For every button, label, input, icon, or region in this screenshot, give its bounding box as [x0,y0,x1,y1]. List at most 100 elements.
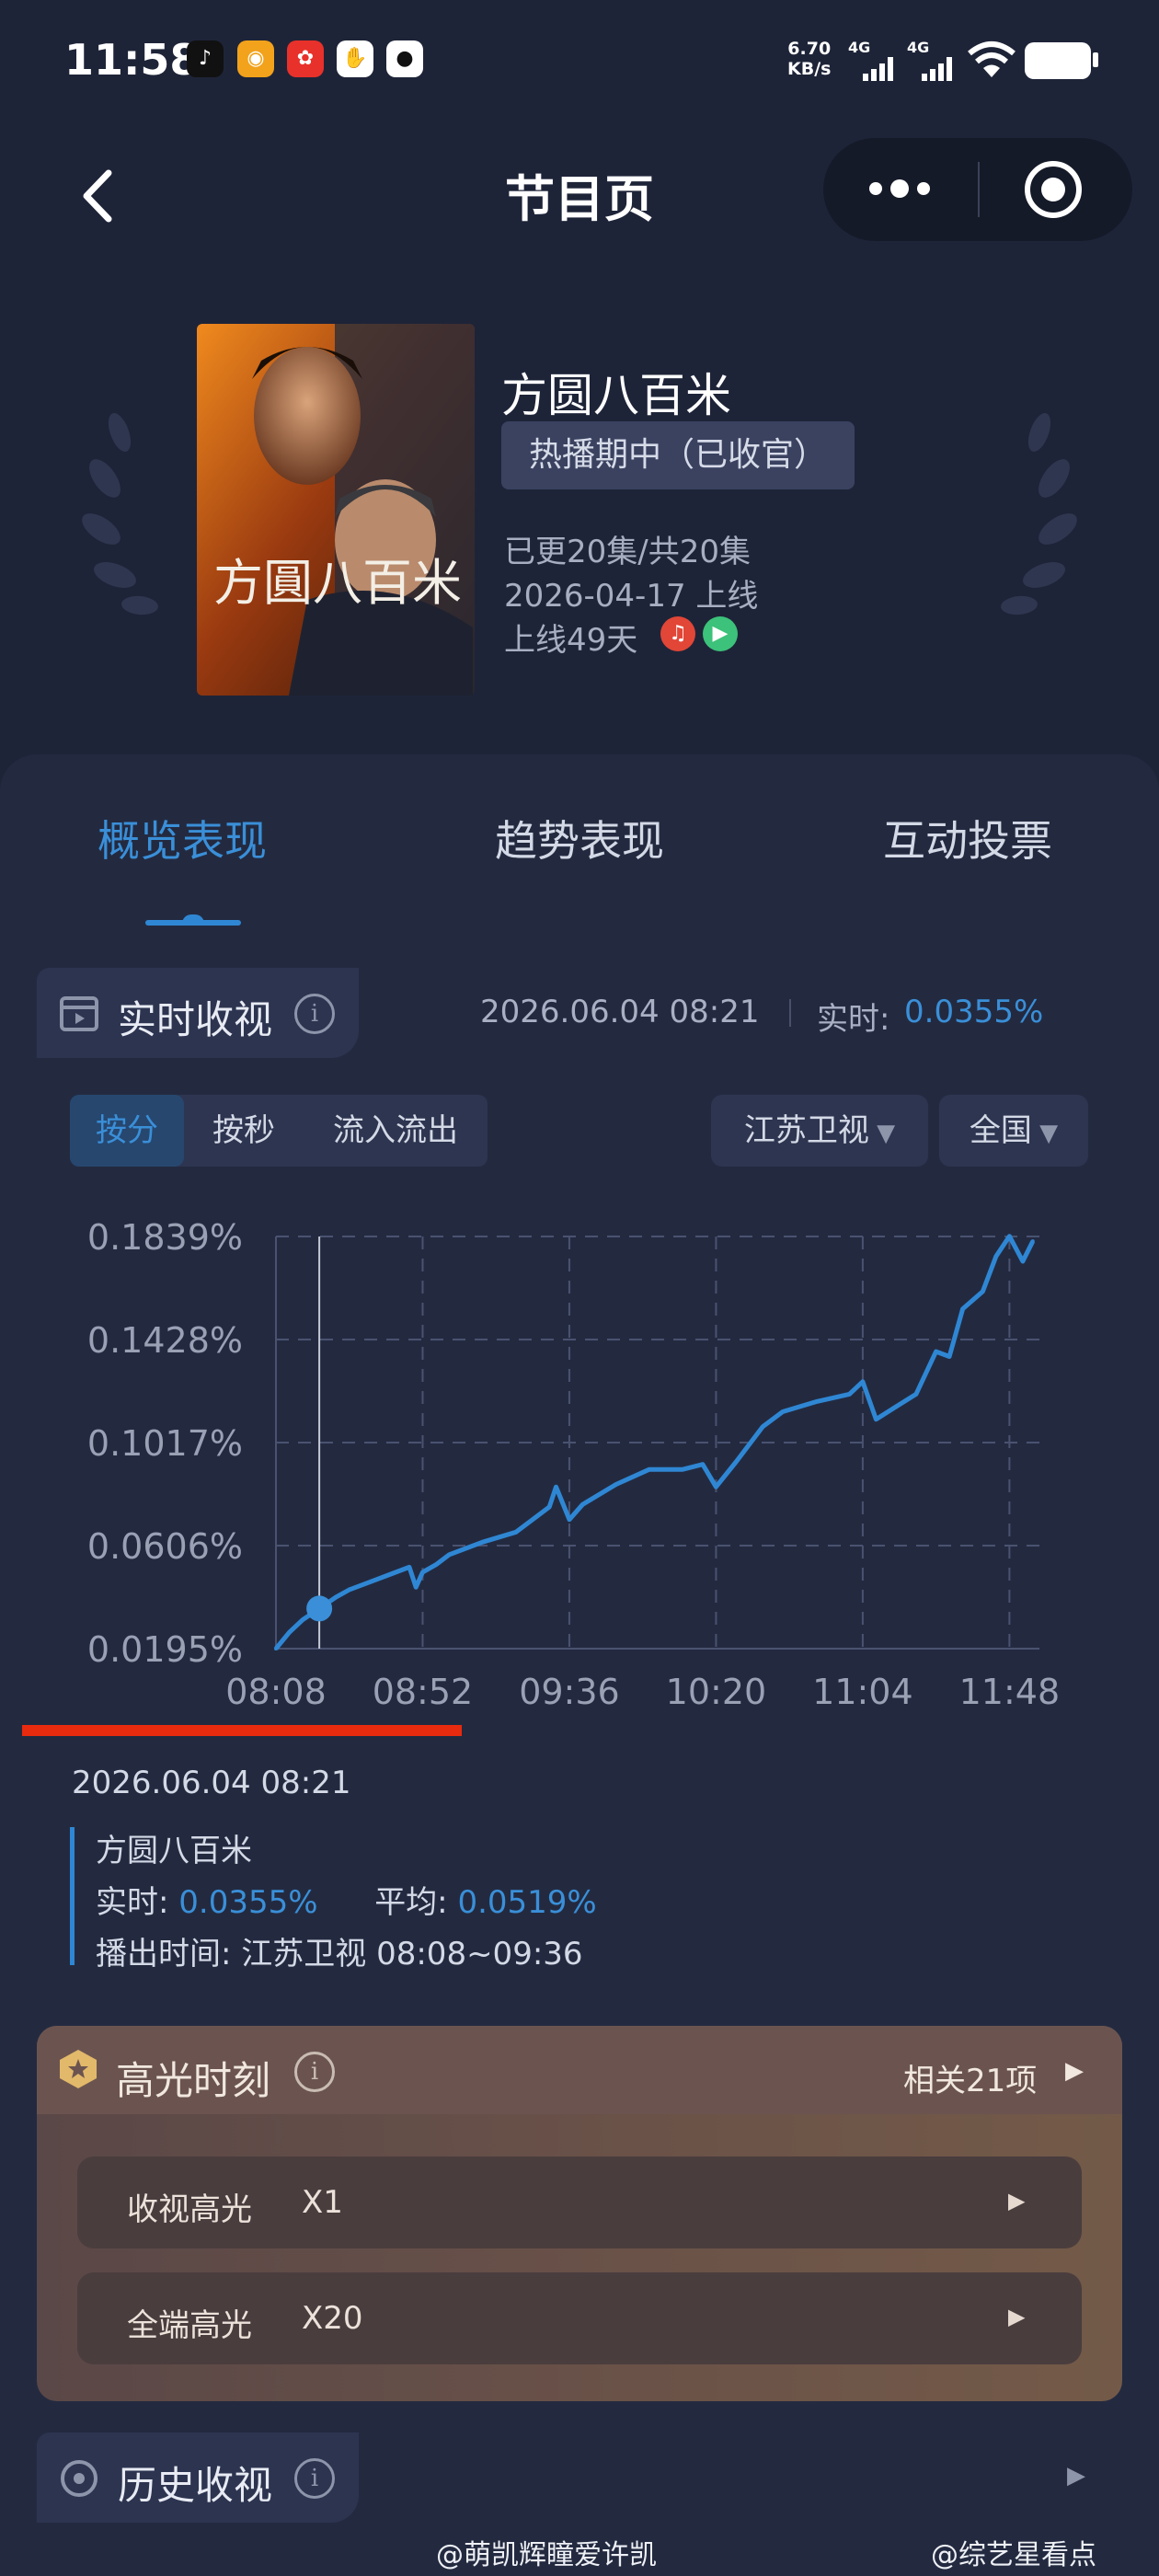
chevron-right-icon[interactable]: ▶ [1067,2462,1085,2490]
x-tick-label: 08:52 [373,1672,474,1711]
data-point [480,1540,485,1545]
data-point [1007,1234,1012,1238]
divider [789,999,791,1027]
x-tick-label: 09:36 [519,1672,620,1711]
tooltip-avg-value: 0.0519% [457,1884,597,1921]
x-tick-label: 11:48 [959,1672,1061,1711]
chevron-right-icon[interactable]: ▶ [1008,2304,1025,2329]
cursor-point [306,1595,333,1622]
signal-label-1: 4G [848,39,871,56]
x-tick-label: 10:20 [666,1672,767,1711]
signal-bars-2-icon [922,57,958,81]
more-icon[interactable] [861,175,938,202]
show-poster[interactable]: 方圓八百米 [197,324,475,696]
wifi-icon [968,41,1016,77]
data-point [860,1379,865,1384]
data-point [334,1595,339,1600]
data-point [993,1254,998,1259]
data-point [847,1392,852,1397]
tooltip-avg-label: 平均: [374,1884,448,1921]
tooltip-show-name: 方圆八百米 [96,1833,252,1869]
region-value: 全国 [969,1112,1032,1149]
tooltip-air-value: 江苏卫视 08:08~09:36 [241,1936,583,1972]
segment-inflow-outflow[interactable]: 流入流出 [304,1095,488,1167]
data-point [894,1405,899,1409]
info-icon[interactable]: i [294,2458,335,2499]
data-point [714,1485,718,1489]
segment-by-second[interactable]: 按秒 [184,1095,304,1167]
weibo-icon: ◉ [237,40,274,77]
realtime-timestamp: 2026.06.04 08:21 [480,994,760,1030]
show-status-tag: 热播期中（已收官） [501,421,855,489]
data-point [981,1289,985,1294]
tooltip-now-value: 0.0355% [178,1884,318,1921]
tooltip-values: 实时: 0.0355% 平均: 0.0519% [96,1877,597,1922]
data-point [554,1485,558,1489]
tooltip-accent-bar [70,1827,75,1965]
data-point [367,1580,372,1584]
watermark-right: @综艺星看点 [931,2539,1096,2571]
battery-icon [1025,42,1091,79]
y-tick-label: 0.0195% [87,1629,243,1670]
laurel-right-icon [1001,413,1077,615]
laurel-left-icon [82,413,158,615]
history-label: 历史收视 [118,2463,273,2508]
data-point [780,1409,785,1414]
tooltip-now-label: 实时: [96,1884,169,1921]
caret-down-icon: ▼ [1031,1120,1059,1147]
platform-play-icon: ▶ [703,616,738,651]
history-icon [61,2460,98,2497]
tooltip-air-label: 播出时间: [96,1936,232,1972]
caret-down-icon: ▼ [868,1120,896,1147]
tooltip-date: 2026.06.04 08:21 [72,1765,351,1801]
chevron-right-icon[interactable]: ▶ [1065,2057,1084,2085]
realtime-now-value: 0.0355% [904,994,1044,1030]
release-info: 2026-04-17 上线 [504,578,759,615]
signal-bars-1-icon [863,57,900,81]
platform-red-icon: ♫ [660,616,695,651]
segment-by-minute[interactable]: 按分 [70,1095,184,1167]
data-point [734,1459,739,1464]
data-point [567,1517,571,1522]
baidu-icon: ✋ [337,40,373,77]
data-point [287,1630,292,1635]
chevron-right-icon[interactable]: ▶ [1008,2188,1025,2214]
episodes-info: 已更20集/共20集 [504,534,751,570]
data-point [681,1467,685,1472]
data-point [433,1562,438,1567]
data-point [407,1565,411,1570]
close-target-icon[interactable] [1023,159,1084,220]
x-tick-label: 11:04 [812,1672,913,1711]
info-icon[interactable]: i [294,2052,335,2092]
data-point [1020,1259,1025,1263]
highlight-related-link[interactable]: 相关21项 [903,2055,1037,2100]
data-point [874,1417,878,1421]
data-point [761,1424,765,1429]
video-icon [60,996,98,1031]
highlight-title: 高光时刻 [116,2058,271,2103]
days-online-info: 上线49天 [504,622,638,659]
tab-vote[interactable]: 互动投票 [883,808,1052,868]
tab-trend[interactable]: 趋势表现 [495,808,664,868]
data-point [274,1647,278,1650]
info-icon[interactable]: i [294,994,335,1034]
data-point [960,1306,965,1311]
realtime-chart[interactable]: 0.1839% 0.1428% 0.1017% 0.0606% 0.0195%08:08… [0,1196,1159,1711]
region-dropdown[interactable]: 全国 ▼ [939,1095,1088,1167]
watermark-left: @萌凯辉瞳爱许凯 [436,2539,657,2571]
data-point [1030,1239,1035,1244]
data-point [447,1552,452,1557]
tooltip-air-time: 播出时间: 江苏卫视 08:08~09:36 [96,1928,583,1973]
realtime-now-label: 实时: [817,1001,890,1038]
channel-dropdown[interactable]: 江苏卫视 ▼ [711,1095,928,1167]
y-tick-label: 0.1428% [87,1320,243,1361]
data-point [420,1570,425,1574]
data-point [647,1467,651,1472]
net-speed-unit: KB/s [787,59,832,79]
data-point [947,1354,952,1359]
y-tick-label: 0.1017% [87,1423,243,1464]
status-time: 11:58 [64,35,200,85]
tab-overview[interactable]: 概览表现 [98,808,267,868]
battery-tip [1093,52,1098,67]
signal-label-2: 4G [907,39,930,56]
